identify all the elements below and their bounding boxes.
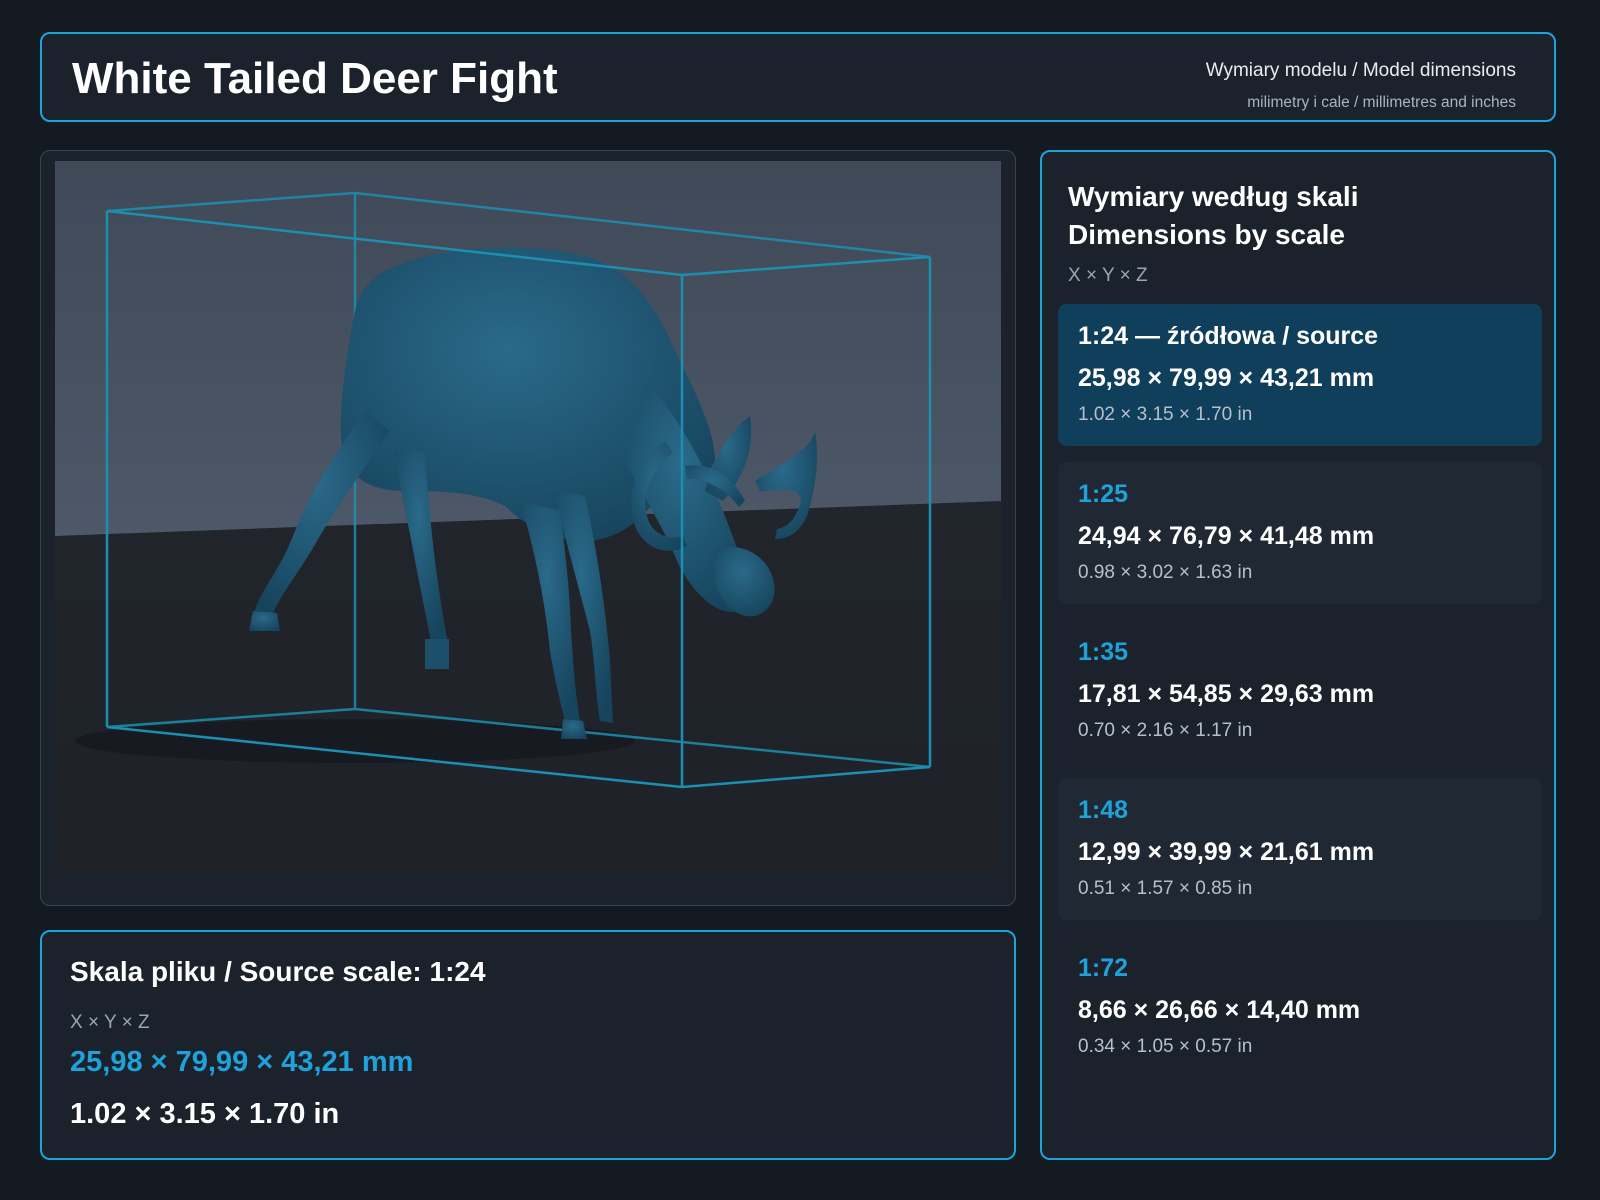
scale-dimensions-inches: 0.51 × 1.57 × 0.85 in bbox=[1078, 878, 1253, 899]
source-dimensions-mm: 25,98 × 79,99 × 43,21 mm bbox=[70, 1046, 414, 1078]
source-axes-label: X × Y × Z bbox=[70, 1012, 150, 1033]
scales-title-pl: Wymiary według skali bbox=[1068, 181, 1359, 212]
model-render bbox=[55, 161, 1001, 873]
scale-label: 1:24 — źródłowa / source bbox=[1078, 322, 1379, 350]
model-viewport[interactable] bbox=[40, 150, 1016, 906]
scale-dimensions-mm: 8,66 × 26,66 × 14,40 mm bbox=[1078, 996, 1361, 1024]
scale-dimensions-mm: 25,98 × 79,99 × 43,21 mm bbox=[1078, 364, 1375, 392]
scale-card-1-35[interactable]: 1:35 17,81 × 54,85 × 29,63 mm 0.70 × 2.1… bbox=[1058, 620, 1542, 762]
header: White Tailed Deer Fight Wymiary modelu /… bbox=[40, 32, 1556, 122]
scales-title-en: Dimensions by scale bbox=[1068, 219, 1346, 250]
header-units-note: milimetry i cale / millimetres and inche… bbox=[1247, 94, 1516, 111]
scale-label: 1:25 bbox=[1078, 480, 1129, 508]
scale-dimensions-inches: 0.70 × 2.16 × 1.17 in bbox=[1078, 720, 1253, 741]
source-scale-title: Skala pliku / Source scale: 1:24 bbox=[70, 956, 486, 987]
scale-card-1-24[interactable]: 1:24 — źródłowa / source 25,98 × 79,99 ×… bbox=[1058, 304, 1542, 446]
scale-label: 1:48 bbox=[1078, 796, 1129, 824]
page-title: White Tailed Deer Fight bbox=[72, 54, 558, 103]
scale-label: 1:35 bbox=[1078, 638, 1129, 666]
scale-label: 1:72 bbox=[1078, 954, 1129, 982]
source-dimensions-inches: 1.02 × 3.15 × 1.70 in bbox=[70, 1098, 340, 1130]
scale-dimensions-inches: 1.02 × 3.15 × 1.70 in bbox=[1078, 404, 1253, 425]
scale-dimensions-inches: 0.34 × 1.05 × 0.57 in bbox=[1078, 1036, 1253, 1057]
scale-dimensions-inches: 0.98 × 3.02 × 1.63 in bbox=[1078, 562, 1253, 583]
source-scale-panel: Skala pliku / Source scale: 1:24 X × Y ×… bbox=[40, 930, 1016, 1160]
header-subtitle: Wymiary modelu / Model dimensions bbox=[1205, 60, 1516, 81]
scale-card-1-48[interactable]: 1:48 12,99 × 39,99 × 21,61 mm 0.51 × 1.5… bbox=[1058, 778, 1542, 920]
scale-dimensions-mm: 12,99 × 39,99 × 21,61 mm bbox=[1078, 838, 1375, 866]
scales-panel-title: Wymiary według skali Dimensions by scale bbox=[1068, 178, 1359, 254]
scale-dimensions-mm: 24,94 × 76,79 × 41,48 mm bbox=[1078, 522, 1375, 550]
scale-card-1-25[interactable]: 1:25 24,94 × 76,79 × 41,48 mm 0.98 × 3.0… bbox=[1058, 462, 1542, 604]
scale-dimensions-mm: 17,81 × 54,85 × 29,63 mm bbox=[1078, 680, 1375, 708]
model-shadow bbox=[75, 719, 635, 763]
scale-card-1-72[interactable]: 1:72 8,66 × 26,66 × 14,40 mm 0.34 × 1.05… bbox=[1058, 936, 1542, 1078]
scales-panel: Wymiary według skali Dimensions by scale… bbox=[1040, 150, 1556, 1160]
scales-axes-label: X × Y × Z bbox=[1068, 265, 1148, 286]
